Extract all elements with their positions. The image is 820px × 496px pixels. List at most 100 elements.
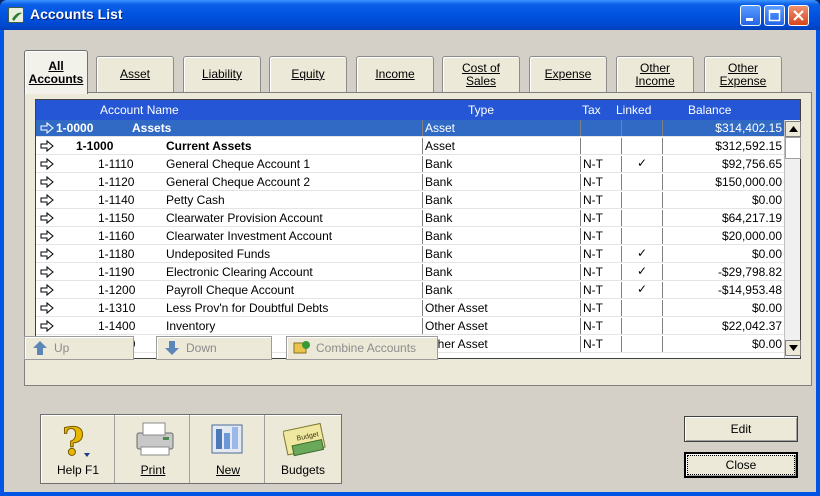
account-type: Bank [422,282,580,298]
table-row[interactable]: 1-1180 Undeposited Funds Bank N-T ✓ $0.00 [36,246,784,263]
col-type[interactable]: Type [468,103,494,117]
bottom-bar: ? Help F1 Print New Budget Budgets Edit … [4,394,816,492]
title-bar[interactable]: Accounts List [0,0,820,30]
tax-code: N-T [580,282,621,298]
table-row[interactable]: 1-1120 General Cheque Account 2 Bank N-T $15… [36,174,784,191]
account-number: 1-0000 [56,121,94,135]
zoom-arrow-icon[interactable] [40,121,54,135]
edit-button[interactable]: Edit [684,416,798,442]
zoom-arrow-icon[interactable] [40,211,54,225]
scrollbar-thumb[interactable] [785,137,801,159]
table-row[interactable]: 1-1000 Current Assets Asset $312,592.15 [36,138,784,155]
account-type: Bank [422,228,580,244]
svg-text:?: ? [62,419,84,461]
col-linked[interactable]: Linked [616,103,651,117]
account-number: 1-1120 [98,175,135,189]
table-row[interactable]: 1-1140 Petty Cash Bank N-T $0.00 [36,192,784,209]
table-row[interactable]: 1-1160 Clearwater Investment Account Bank N… [36,228,784,245]
account-name: Electronic Clearing Account [166,265,313,279]
window-title: Accounts List [30,6,123,22]
table-row[interactable]: 1-1110 General Cheque Account 1 Bank N-T ✓ $9… [36,156,784,173]
minimize-button[interactable] [740,5,761,26]
account-balance: $0.00 [751,337,782,351]
help-icon: ? [62,419,90,461]
up-button[interactable]: Up [24,336,134,360]
col-tax[interactable]: Tax [582,103,601,117]
table-row[interactable]: 1-1150 Clearwater Provision Account Bank N-… [36,210,784,227]
linked-check [621,336,663,352]
table-row[interactable]: 1-1200 Payroll Cheque Account Bank N-T ✓ -$14… [36,282,784,299]
table-row[interactable]: 1-1190 Electronic Clearing Account Bank N-T… [36,264,784,281]
account-number: 1-1110 [98,157,134,171]
account-balance: -$29,798.82 [717,265,782,279]
tax-code: N-T [580,264,621,280]
zoom-arrow-icon[interactable] [40,229,54,243]
close-icon [793,10,804,21]
tax-code: N-T [580,174,621,190]
down-button[interactable]: Down [156,336,272,360]
tab-expense[interactable]: Expense [529,56,607,92]
zoom-arrow-icon[interactable] [40,157,54,171]
close-window-button[interactable] [788,5,809,26]
account-name: Petty Cash [166,193,225,207]
zoom-arrow-icon[interactable] [40,247,54,261]
account-type: Bank [422,192,580,208]
linked-check [621,300,663,316]
account-balance: $150,000.00 [715,175,782,189]
zoom-arrow-icon[interactable] [40,175,54,189]
col-balance[interactable]: Balance [688,103,731,117]
tab-liability[interactable]: Liability [183,56,261,92]
account-number: 1-1180 [98,247,135,261]
account-type: Asset [422,120,580,136]
account-name: Undeposited Funds [166,247,271,261]
close-button[interactable]: Close [684,452,798,478]
help-button[interactable]: ? Help F1 [41,415,115,483]
zoom-arrow-icon[interactable] [40,319,54,333]
table-row[interactable]: 1-1400 Inventory Other Asset N-T $22,042.37 [36,318,784,335]
zoom-arrow-icon[interactable] [40,139,54,153]
maximize-icon [768,9,781,22]
account-name: Clearwater Investment Account [166,229,333,243]
scroll-down-button[interactable] [785,340,801,356]
table-row[interactable]: 1-0000 Assets Asset $314,402.15 [36,120,784,137]
tab-all-accounts[interactable]: All Accounts [24,50,88,94]
account-name: Payroll Cheque Account [166,283,295,297]
zoom-arrow-icon[interactable] [40,301,54,315]
tab-asset[interactable]: Asset [96,56,174,92]
zoom-arrow-icon[interactable] [40,193,54,207]
maximize-button[interactable] [764,5,785,26]
zoom-arrow-icon[interactable] [40,265,54,279]
budgets-button[interactable]: Budget Budgets [266,415,340,483]
tab-cost-of-sales[interactable]: Cost of Sales [442,56,520,92]
account-type: Bank [422,174,580,190]
app-icon [8,7,24,23]
tab-equity[interactable]: Equity [269,56,347,92]
tab-income[interactable]: Income [356,56,434,92]
combine-accounts-button[interactable]: Combine Accounts [286,336,438,360]
account-balance: $314,402.15 [715,121,782,135]
tax-code [580,120,621,136]
print-button[interactable]: Print [116,415,190,483]
linked-check [621,138,663,154]
minimize-icon [746,18,753,21]
tax-code: N-T [580,228,621,244]
new-button[interactable]: New [191,415,265,483]
command-toolbar: ? Help F1 Print New Budget Budgets [40,414,342,484]
vertical-scrollbar[interactable] [784,120,801,358]
tax-code: N-T [580,300,621,316]
account-name: Current Assets [166,139,252,153]
account-balance: $64,217.19 [721,211,782,225]
table-row[interactable]: 1-1310 Less Prov'n for Doubtful Debts Othe… [36,300,784,317]
scroll-up-button[interactable] [785,121,801,137]
linked-check: ✓ [621,264,663,280]
col-account-name[interactable]: Account Name [100,103,179,117]
linked-check [621,210,663,226]
tax-code: N-T [580,156,621,172]
tab-other-expense[interactable]: Other Expense [704,56,782,92]
tab-other-income[interactable]: Other Income [616,56,694,92]
account-balance: $22,042.37 [721,319,782,333]
account-number: 1-1150 [98,211,135,225]
zoom-arrow-icon[interactable] [40,283,54,297]
account-name: Inventory [166,319,216,333]
scroll-down-icon [789,345,798,351]
